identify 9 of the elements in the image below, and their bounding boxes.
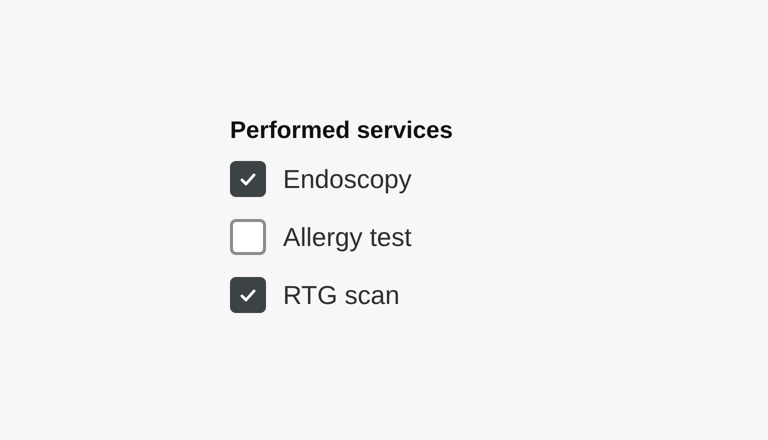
checkbox[interactable] [230,219,266,255]
checkbox[interactable] [230,277,266,313]
checkbox[interactable] [230,161,266,197]
checkmark-icon [240,288,256,302]
group-title: Performed services [230,116,454,146]
checkbox-label: Allergy test [283,222,412,252]
checkmark-icon [240,172,256,186]
checkbox-label: Endoscopy [283,164,412,194]
checkbox-label: RTG scan [283,280,400,310]
